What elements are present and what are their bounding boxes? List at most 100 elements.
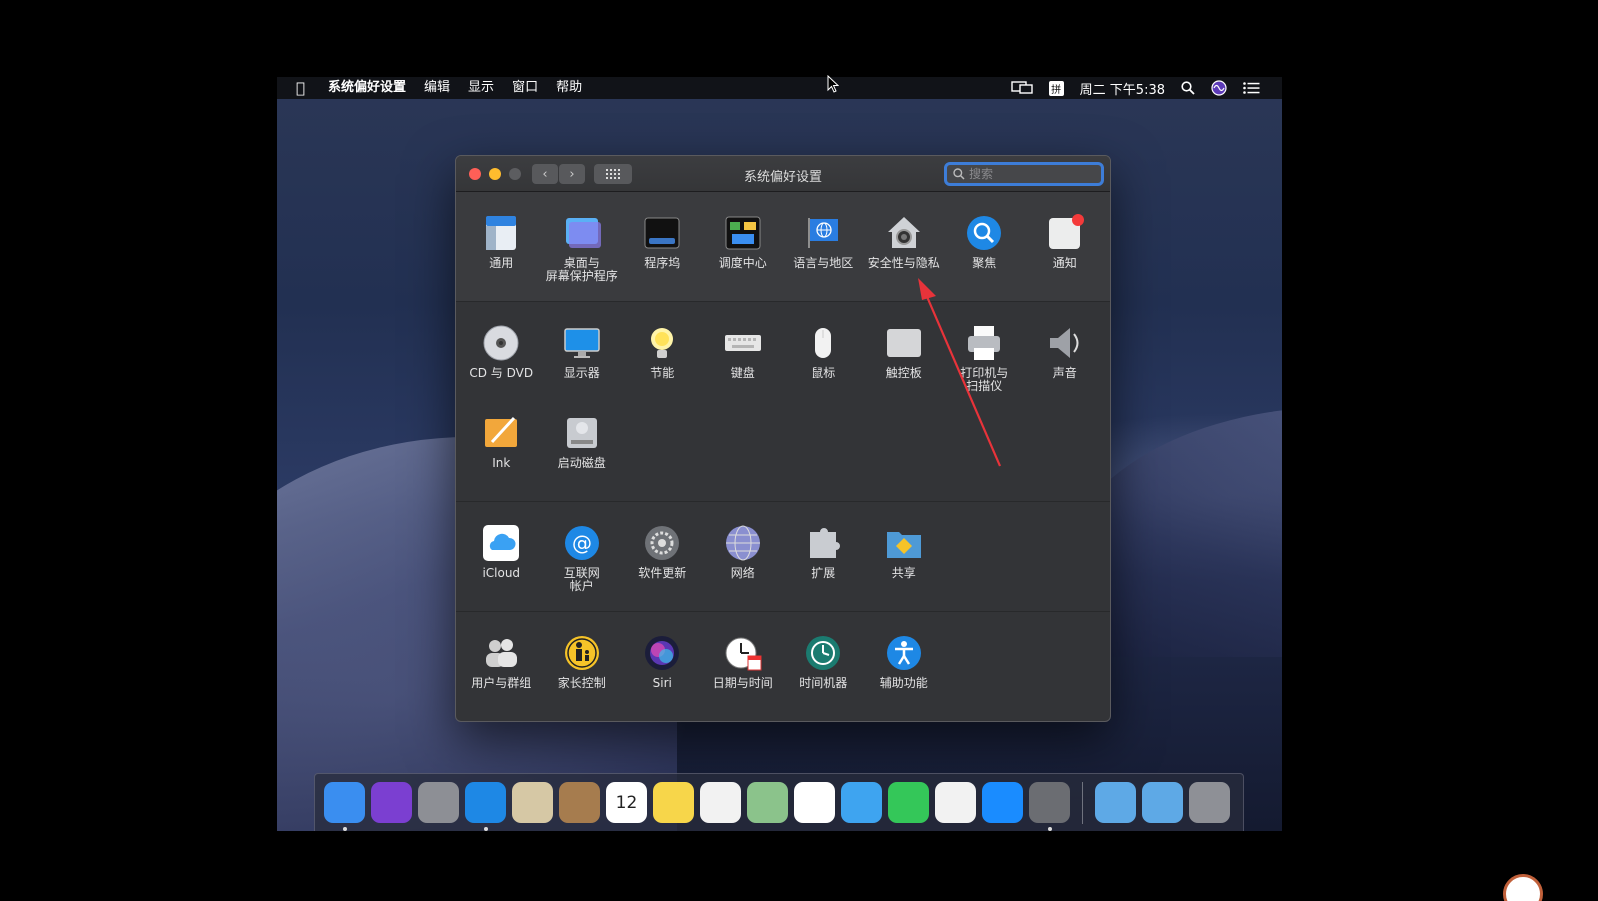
pref-pane-general[interactable]: 通用 xyxy=(461,214,542,304)
chevron-right-icon: › xyxy=(569,166,575,182)
pref-pane-parental-controls[interactable]: 家长控制 xyxy=(542,634,623,721)
pref-pane-language[interactable]: 语言与地区 xyxy=(783,214,864,304)
pref-pane-keyboard[interactable]: 键盘 xyxy=(703,324,784,414)
input-method-icon[interactable]: 拼 xyxy=(1041,80,1072,96)
security-icon xyxy=(885,214,923,252)
pref-pane-mouse[interactable]: 鼠标 xyxy=(783,324,864,414)
pref-pane-label: 调度中心 xyxy=(718,256,767,270)
dock-separator xyxy=(1082,781,1083,824)
pref-pane-label: 打印机与 扫描仪 xyxy=(960,366,1009,393)
menu-edit[interactable]: 编辑 xyxy=(415,77,459,99)
pref-pane-accessibility[interactable]: 辅助功能 xyxy=(864,634,945,721)
pref-pane-trackpad[interactable]: 触控板 xyxy=(864,324,945,414)
finder-icon[interactable] xyxy=(324,782,365,831)
pref-pane-label: 桌面与 屏幕保护程序 xyxy=(545,256,618,283)
system-preferences-icon[interactable] xyxy=(1029,782,1070,831)
pref-pane-printer[interactable]: 打印机与 扫描仪 xyxy=(944,324,1025,414)
pref-pane-internet-accounts[interactable]: @ 互联网 帐户 xyxy=(542,524,623,614)
pref-pane-label: 互联网 帐户 xyxy=(563,566,600,593)
general-icon xyxy=(482,214,520,252)
menu-help[interactable]: 帮助 xyxy=(547,77,591,99)
trackpad-icon xyxy=(885,324,923,362)
apple-menu-icon[interactable]:  xyxy=(277,77,319,99)
pref-pane-ink[interactable]: Ink xyxy=(461,414,542,504)
siri-icon[interactable] xyxy=(1203,80,1235,96)
cd-dvd-icon xyxy=(482,324,520,362)
clock[interactable]: 周二 下午5:38 xyxy=(1072,79,1173,98)
search-field[interactable] xyxy=(944,162,1104,186)
search-input[interactable] xyxy=(969,167,1089,181)
pref-pane-date-time[interactable]: 日期与时间 xyxy=(703,634,784,721)
airdrop-folder-icon[interactable] xyxy=(1142,782,1183,823)
menu-view[interactable]: 显示 xyxy=(459,77,503,99)
pref-pane-label: Ink xyxy=(492,456,511,470)
pref-pane-label: 扩展 xyxy=(811,566,836,580)
siri-icon[interactable] xyxy=(371,782,412,823)
pref-pane-label: 程序坞 xyxy=(644,256,681,270)
software-update-icon xyxy=(643,524,681,562)
pref-pane-label: 聚焦 xyxy=(972,256,997,270)
dock-icon xyxy=(643,214,681,252)
pref-pane-label: 网络 xyxy=(730,566,755,580)
pref-pane-network[interactable]: 网络 xyxy=(703,524,784,614)
pref-pane-spotlight[interactable]: 聚焦 xyxy=(944,214,1025,304)
pref-pane-display[interactable]: 显示器 xyxy=(542,324,623,414)
notification-center-icon[interactable] xyxy=(1235,82,1282,94)
pref-pane-sound[interactable]: 声音 xyxy=(1025,324,1106,414)
pref-pane-extensions[interactable]: 扩展 xyxy=(783,524,864,614)
back-button[interactable]: ‹ xyxy=(532,164,558,184)
trash-icon[interactable] xyxy=(1189,782,1230,823)
airplay-display-icon[interactable] xyxy=(1003,81,1041,95)
pref-pane-software-update[interactable]: 软件更新 xyxy=(622,524,703,614)
pref-pane-security[interactable]: 安全性与隐私 xyxy=(864,214,945,304)
spotlight-search-icon[interactable] xyxy=(1173,81,1203,95)
pref-pane-energy[interactable]: 节能 xyxy=(622,324,703,414)
menu-window[interactable]: 窗口 xyxy=(503,77,547,99)
calendar-icon[interactable]: 12 xyxy=(606,782,647,823)
close-button[interactable] xyxy=(469,168,481,180)
pref-pane-label: 节能 xyxy=(650,366,675,380)
window-titlebar[interactable]: ‹ › 系统偏好设置 xyxy=(456,156,1110,192)
pref-pane-cd-dvd[interactable]: CD 与 DVD xyxy=(461,324,542,414)
notifications-icon xyxy=(1046,214,1084,252)
messages-icon[interactable] xyxy=(841,782,882,823)
app-store-icon[interactable] xyxy=(982,782,1023,823)
safari-icon[interactable] xyxy=(465,782,506,831)
pref-pane-sharing[interactable]: 共享 xyxy=(864,524,945,614)
pref-pane-startup-disk[interactable]: 启动磁盘 xyxy=(542,414,623,504)
mail-icon[interactable] xyxy=(512,782,553,823)
minimize-button[interactable] xyxy=(489,168,501,180)
notes-icon[interactable] xyxy=(653,782,694,823)
photos-icon[interactable] xyxy=(794,782,835,823)
show-all-button[interactable] xyxy=(594,164,632,184)
startup-disk-icon xyxy=(563,414,601,452)
pref-pane-notifications[interactable]: 通知 xyxy=(1025,214,1106,304)
pref-pane-siri[interactable]: Siri xyxy=(622,634,703,721)
maps-icon[interactable] xyxy=(747,782,788,823)
forward-button[interactable]: › xyxy=(559,164,585,184)
pref-pane-label: 鼠标 xyxy=(811,366,836,380)
ink-icon xyxy=(482,414,520,452)
pref-pane-label: 日期与时间 xyxy=(712,676,773,690)
pref-pane-mission-control[interactable]: 调度中心 xyxy=(703,214,784,304)
pref-pane-icloud[interactable]: iCloud xyxy=(461,524,542,614)
pref-pane-label: 键盘 xyxy=(730,366,755,380)
menu-app-name[interactable]: 系统偏好设置 xyxy=(319,77,415,99)
pref-pane-dock[interactable]: 程序坞 xyxy=(622,214,703,304)
pref-pane-time-machine[interactable]: 时间机器 xyxy=(783,634,864,721)
facetime-icon[interactable] xyxy=(888,782,929,823)
downloads-folder-icon[interactable] xyxy=(1095,782,1136,823)
zoom-button xyxy=(509,168,521,180)
launchpad-icon[interactable] xyxy=(418,782,459,823)
calendar-date: 12 xyxy=(615,792,638,813)
pref-pane-users[interactable]: 用户与群组 xyxy=(461,634,542,721)
mouse-cursor-icon xyxy=(827,75,839,93)
itunes-icon[interactable] xyxy=(935,782,976,823)
prefs-section-personal: 通用 桌面与 屏幕保护程序 程序坞 调度中心 语言与地区 安全性与隐私 聚焦 通知 xyxy=(456,192,1110,302)
pref-pane-desktop[interactable]: 桌面与 屏幕保护程序 xyxy=(542,214,623,304)
contacts-icon[interactable] xyxy=(559,782,600,823)
reminders-icon[interactable] xyxy=(700,782,741,823)
printer-icon xyxy=(965,324,1003,362)
network-icon xyxy=(724,524,762,562)
pref-pane-label: 用户与群组 xyxy=(471,676,532,690)
